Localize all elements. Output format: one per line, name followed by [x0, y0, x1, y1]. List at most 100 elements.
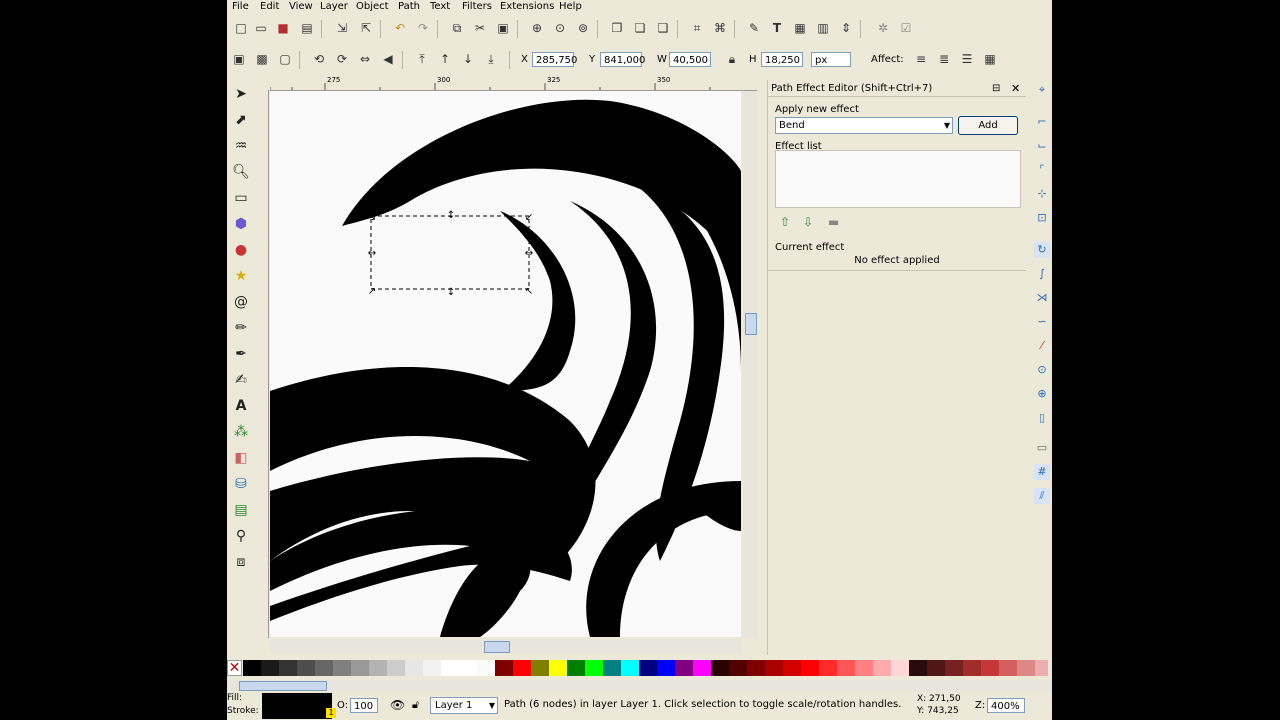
menu-help[interactable]: Help: [559, 0, 582, 14]
remove-icon[interactable]: ▬: [828, 215, 839, 229]
arrow-up-icon[interactable]: ⇧: [780, 215, 790, 229]
preferences-icon[interactable]: ✲: [875, 20, 891, 36]
snap-page-border-icon[interactable]: ▯: [1034, 410, 1050, 426]
align-distribute-icon[interactable]: ▥: [815, 20, 831, 36]
dropper-tool-icon[interactable]: ⚲: [231, 526, 251, 546]
effect-select[interactable]: Bend ▼: [775, 117, 953, 134]
arrow-down-icon[interactable]: ⇩: [803, 215, 813, 229]
dock-minimize-icon[interactable]: ⊟: [992, 83, 1000, 94]
snap-rotation-center-icon[interactable]: ⊕: [1034, 386, 1050, 402]
menu-filters[interactable]: Filters: [462, 0, 492, 14]
snap-bbox-icon[interactable]: ⌐: [1034, 114, 1050, 130]
calligraphy-tool-icon[interactable]: ✍: [231, 370, 251, 390]
text-tool-icon[interactable]: A: [231, 396, 251, 416]
spray-tool-icon[interactable]: ⁂: [231, 422, 251, 442]
print-icon[interactable]: ▤: [299, 20, 315, 36]
layer-lock-icon[interactable]: 🔓︎: [412, 698, 419, 712]
duplicate-icon[interactable]: ❐: [609, 20, 625, 36]
snap-edge-icon[interactable]: ⌙: [1034, 138, 1050, 154]
redo-icon[interactable]: ↷: [415, 20, 431, 36]
effect-list[interactable]: [775, 150, 1021, 208]
snap-corner-icon[interactable]: ⌜: [1034, 162, 1050, 178]
xml-editor-icon[interactable]: ▦: [792, 20, 808, 36]
snap-object-center-icon[interactable]: ⊙: [1034, 362, 1050, 378]
snap-path-icon[interactable]: ∫: [1034, 266, 1050, 282]
snap-toggle-icon[interactable]: ⌖: [1034, 82, 1050, 98]
layer-visibility-icon[interactable]: 👁︎: [390, 698, 405, 712]
import-icon[interactable]: ⇲: [334, 20, 350, 36]
zoom-drawing-icon[interactable]: ⊙: [552, 20, 568, 36]
w-input[interactable]: 40,500: [669, 52, 711, 67]
menu-layer[interactable]: Layer: [320, 0, 348, 14]
snap-grid-icon[interactable]: #: [1034, 464, 1050, 480]
rotate-handle[interactable]: ↗: [368, 286, 376, 297]
rotate-handle[interactable]: ↖: [525, 286, 533, 297]
snap-nodes-icon[interactable]: ↻: [1034, 242, 1050, 258]
no-paint-icon[interactable]: ✕: [227, 660, 242, 676]
scroll-thumb[interactable]: [484, 641, 510, 653]
pen-tool-icon[interactable]: ✒: [231, 344, 251, 364]
h-input[interactable]: 18,250: [761, 52, 803, 67]
flip-horizontal-icon[interactable]: ⇔: [357, 51, 373, 67]
3d-box-tool-icon[interactable]: ⬢: [231, 214, 251, 234]
menu-object[interactable]: Object: [356, 0, 389, 14]
open-icon[interactable]: ▭: [253, 20, 269, 36]
snap-midpoint-icon[interactable]: ⊹: [1034, 186, 1050, 202]
palette-scrollbar[interactable]: [227, 680, 1052, 691]
cut-icon[interactable]: ✂: [472, 20, 488, 36]
stroke-width-badge[interactable]: 1: [326, 708, 336, 718]
flip-vertical-icon[interactable]: ◀: [380, 51, 396, 67]
star-tool-icon[interactable]: ★: [231, 266, 251, 286]
menu-path[interactable]: Path: [398, 0, 420, 14]
raise-icon[interactable]: ↑: [437, 51, 453, 67]
group-icon[interactable]: ⌗: [689, 20, 705, 36]
menu-text[interactable]: Text: [430, 0, 450, 14]
unlink-clone-icon[interactable]: ❑: [655, 20, 671, 36]
scale-handle-left[interactable]: ↔: [368, 248, 376, 259]
horizontal-scrollbar[interactable]: [270, 639, 741, 653]
drawing-canvas[interactable]: ↘ ↕ ↙ ↔ ↔ ↗ ↕ ↖: [270, 91, 741, 637]
vertical-scrollbar[interactable]: [743, 91, 757, 637]
new-document-icon[interactable]: □: [233, 20, 249, 36]
node-tool-icon[interactable]: ⬈: [231, 110, 251, 130]
snap-intersection-icon[interactable]: ⋊: [1034, 290, 1050, 306]
rectangle-tool-icon[interactable]: ▭: [231, 188, 251, 208]
select-all-icon[interactable]: ▣: [231, 51, 247, 67]
clone-icon[interactable]: ❏: [632, 20, 648, 36]
zoom-selection-icon[interactable]: ⊕: [529, 20, 545, 36]
zoom-tool-icon[interactable]: 🔍︎: [231, 162, 251, 182]
affect-pattern-icon[interactable]: ▦: [982, 51, 998, 67]
raise-to-top-icon[interactable]: ⤒: [414, 51, 430, 67]
ungroup-icon[interactable]: ⌘: [712, 20, 728, 36]
save-icon[interactable]: ■: [275, 20, 291, 36]
document-properties-icon[interactable]: ☑: [898, 20, 914, 36]
affect-gradient-icon[interactable]: ☰: [959, 51, 975, 67]
zoom-input[interactable]: 400%: [987, 698, 1025, 713]
menu-edit[interactable]: Edit: [260, 0, 279, 14]
palette-swatches[interactable]: [243, 660, 1048, 676]
lower-to-bottom-icon[interactable]: ⤓: [483, 51, 499, 67]
rotate-handle[interactable]: ↘: [368, 212, 376, 223]
menu-view[interactable]: View: [289, 0, 313, 14]
layer-select[interactable]: Layer 1 ▼: [430, 697, 498, 714]
export-icon[interactable]: ⇱: [358, 20, 374, 36]
menu-file[interactable]: File: [232, 0, 249, 14]
x-input[interactable]: 285,750: [532, 52, 577, 67]
connector-tool-icon[interactable]: ⧈: [231, 552, 251, 572]
add-button[interactable]: Add: [958, 116, 1018, 135]
fill-stroke-icon[interactable]: ✎: [746, 20, 762, 36]
scroll-thumb[interactable]: [745, 313, 757, 335]
gradient-tool-icon[interactable]: ▤: [231, 500, 251, 520]
fill-stroke-indicator[interactable]: [262, 693, 332, 719]
zoom-page-icon[interactable]: ⊚: [575, 20, 591, 36]
select-all-layers-icon[interactable]: ▩: [254, 51, 270, 67]
paint-bucket-tool-icon[interactable]: ⛁: [231, 474, 251, 494]
selector-tool-icon[interactable]: ➤: [231, 84, 251, 104]
pencil-tool-icon[interactable]: ✏: [231, 318, 251, 338]
snap-page-icon[interactable]: ▭: [1034, 440, 1050, 456]
text-font-icon[interactable]: T: [769, 20, 785, 36]
rotate-ccw-icon[interactable]: ⟲: [311, 51, 327, 67]
tweak-tool-icon[interactable]: ♒: [231, 136, 251, 156]
lower-icon[interactable]: ↓: [460, 51, 476, 67]
rotate-cw-icon[interactable]: ⟳: [334, 51, 350, 67]
